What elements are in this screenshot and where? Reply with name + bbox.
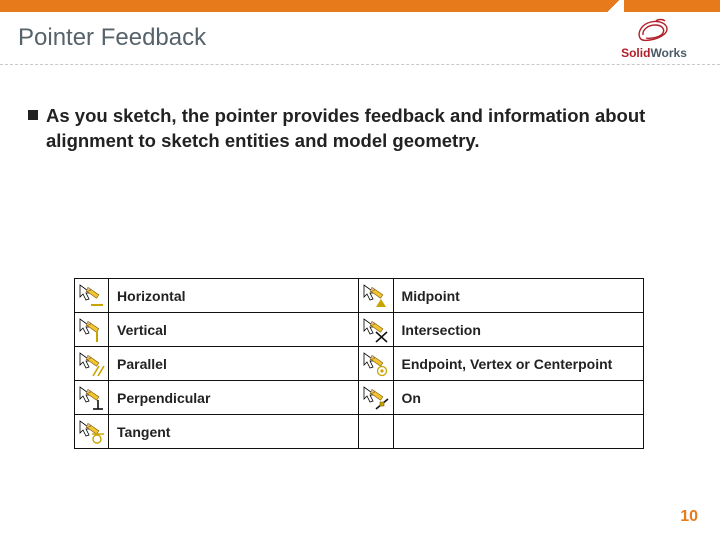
table-row: Perpendicular On <box>75 381 644 415</box>
brand-logo: SolidWorks <box>606 18 702 62</box>
brand-gray: Works <box>650 46 686 60</box>
body-text: As you sketch, the pointer provides feed… <box>46 104 662 154</box>
perpendicular-icon <box>75 381 109 415</box>
on-icon <box>359 381 393 415</box>
row-right-label <box>393 415 643 449</box>
row-right-label: Endpoint, Vertex or Centerpoint <box>393 347 643 381</box>
ds-logo-icon <box>636 18 672 44</box>
row-right-label: Midpoint <box>393 279 643 313</box>
row-left-label: Parallel <box>109 347 359 381</box>
table-row: Parallel Endpoint, Vertex or Centerpoint <box>75 347 644 381</box>
row-left-label: Vertical <box>109 313 359 347</box>
row-right-label: Intersection <box>393 313 643 347</box>
paragraph: As you sketch, the pointer provides feed… <box>46 104 662 154</box>
header-divider <box>0 64 720 65</box>
brand-text: SolidWorks <box>621 46 687 60</box>
row-left-label: Horizontal <box>109 279 359 313</box>
row-left-label: Tangent <box>109 415 359 449</box>
tangent-icon <box>75 415 109 449</box>
table-row: Horizontal Midpoint <box>75 279 644 313</box>
bullet-icon <box>28 110 38 120</box>
midpoint-icon <box>359 279 393 313</box>
slide: SolidWorks Pointer Feedback As you sketc… <box>0 0 720 540</box>
row-left-label: Perpendicular <box>109 381 359 415</box>
table-row: Vertical Intersection <box>75 313 644 347</box>
parallel-icon <box>75 347 109 381</box>
accent-notch <box>602 0 624 12</box>
vertical-icon <box>75 313 109 347</box>
brand-red: Solid <box>621 46 650 60</box>
intersection-icon <box>359 313 393 347</box>
endpoint-icon <box>359 347 393 381</box>
row-right-label: On <box>393 381 643 415</box>
empty-icon <box>359 415 393 449</box>
table-row: Tangent <box>75 415 644 449</box>
feedback-table: HorizontalMidpointVerticalIntersectionPa… <box>74 278 644 449</box>
horizontal-icon <box>75 279 109 313</box>
page-title: Pointer Feedback <box>18 24 206 52</box>
page-number: 10 <box>680 508 698 526</box>
